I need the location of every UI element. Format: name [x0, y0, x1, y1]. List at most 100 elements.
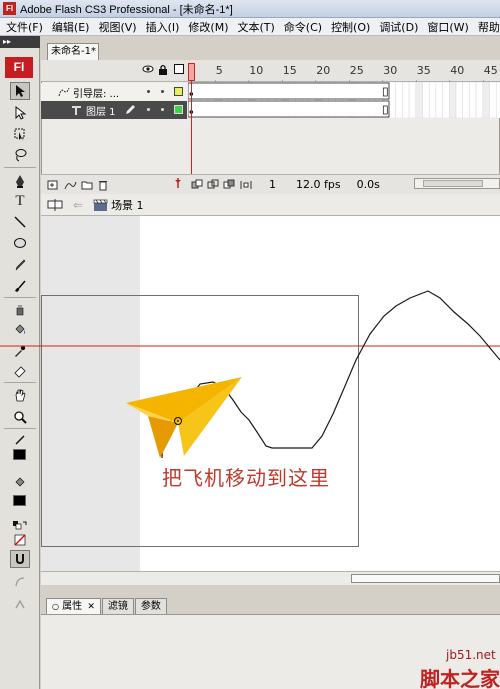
menu-modify[interactable]: 修改(M): [186, 19, 235, 35]
title-bar: Fl Adobe Flash CS3 Professional - [未命名-1…: [0, 0, 500, 18]
onion-skin-icon[interactable]: [191, 179, 203, 191]
menu-window[interactable]: 窗口(W): [425, 19, 475, 35]
line-tool-icon[interactable]: [10, 213, 30, 231]
menu-edit[interactable]: 编辑(E): [50, 19, 97, 35]
flash-app-icon: Fl: [3, 2, 16, 15]
text-tool-icon[interactable]: T: [10, 192, 30, 210]
smooth-icon[interactable]: [10, 573, 30, 591]
layer-visible-dot[interactable]: [147, 90, 150, 93]
menu-text[interactable]: 文本(T): [235, 19, 281, 35]
document-tab-strip: [41, 36, 500, 60]
stroke-color-swatch[interactable]: [13, 449, 26, 460]
back-arrow-icon[interactable]: ⇐: [73, 198, 83, 212]
timeline-scroll-thumb[interactable]: [423, 180, 483, 187]
paint-bucket-tool-icon[interactable]: [10, 321, 30, 339]
pencil-tool-icon[interactable]: [10, 256, 30, 274]
menu-debug[interactable]: 调试(D): [377, 19, 425, 35]
flash-logo: Fl: [5, 57, 33, 78]
scene-label: 场景 1: [111, 198, 144, 212]
selection-tool-icon[interactable]: [10, 82, 30, 100]
current-frame-readout: 1: [269, 178, 276, 191]
layer-1-row[interactable]: 图层 1: [41, 101, 187, 119]
edit-bar: ⇐ 场景 1: [41, 194, 500, 216]
stroke-color-icon[interactable]: [10, 431, 30, 449]
annotation-label: 把飞机移动到这里: [162, 466, 330, 490]
edit-multiple-frames-icon[interactable]: [223, 179, 235, 191]
window-title: Adobe Flash CS3 Professional - [未命名-1*]: [20, 3, 233, 16]
menu-file[interactable]: 文件(F): [4, 19, 50, 35]
menu-bar: 文件(F) 编辑(E) 视图(V) 插入(I) 修改(M) 文本(T) 命令(C…: [0, 18, 500, 36]
layer-outline-color[interactable]: [174, 105, 183, 114]
tab-properties[interactable]: ○ 属性 ✕: [46, 598, 101, 614]
delete-layer-icon[interactable]: [97, 179, 109, 191]
frame-number-label: 10: [249, 64, 264, 77]
timeline-frames[interactable]: [187, 81, 500, 119]
pen-tool-icon[interactable]: [10, 172, 30, 190]
eyedropper-tool-icon[interactable]: [10, 342, 30, 360]
insert-folder-icon[interactable]: [81, 179, 93, 191]
watermark-site: jb51.net: [446, 648, 496, 662]
watermark-text: 脚本之家: [420, 667, 500, 689]
menu-view[interactable]: 视图(V): [96, 19, 143, 35]
playhead[interactable]: [188, 63, 195, 81]
stage-scroll-thumb[interactable]: [351, 574, 500, 583]
layer-lock-dot[interactable]: [161, 108, 164, 111]
guide-layer-row[interactable]: 引导层: ...: [41, 83, 187, 101]
edit-pencil-icon: [125, 105, 135, 114]
tab-filters[interactable]: 滤镜: [101, 598, 134, 614]
hand-tool-icon[interactable]: [10, 386, 30, 404]
menu-control[interactable]: 控制(O): [329, 19, 377, 35]
ink-bottle-tool-icon[interactable]: [10, 301, 30, 319]
frame-number-label: 45: [483, 64, 498, 77]
straighten-icon[interactable]: [10, 595, 30, 613]
tools-divider: [4, 297, 36, 298]
no-color-icon[interactable]: [10, 531, 30, 549]
scene-clapper-icon: [93, 199, 108, 211]
layer-visible-dot[interactable]: [147, 108, 150, 111]
onion-skin-outlines-icon[interactable]: [207, 179, 219, 191]
show-hide-layers-icon[interactable]: [142, 64, 154, 77]
oval-tool-icon[interactable]: [10, 234, 30, 252]
close-tab-icon[interactable]: ✕: [87, 602, 95, 612]
frame-number-label: 35: [416, 64, 431, 77]
frame-span: [187, 82, 390, 100]
frame-number-label: 5: [215, 64, 223, 77]
frame-number-label: 15: [282, 64, 297, 77]
timeline-scrollbar[interactable]: [414, 178, 500, 189]
center-frame-icon[interactable]: [173, 177, 183, 192]
tools-divider: [4, 428, 36, 429]
free-transform-tool-icon[interactable]: [10, 125, 30, 143]
stage-horizontal-scrollbar[interactable]: [41, 571, 500, 585]
layer-outline-color[interactable]: [174, 87, 183, 96]
frame-number-label: 30: [383, 64, 398, 77]
end-frame-marker: [382, 87, 388, 97]
subselection-tool-icon[interactable]: [10, 104, 30, 122]
selection-rectangle: [41, 295, 359, 547]
menu-commands[interactable]: 命令(C): [282, 19, 329, 35]
fill-color-swatch[interactable]: [13, 495, 26, 506]
layer-icon: [72, 105, 81, 115]
layer-lock-dot[interactable]: [161, 90, 164, 93]
collapse-icon: ○: [52, 602, 59, 611]
properties-tab-bar: ○ 属性 ✕ 滤镜 参数: [41, 597, 500, 614]
lasso-tool-icon[interactable]: [10, 146, 30, 164]
timeline-toggle-icon[interactable]: [47, 198, 63, 212]
zoom-tool-icon[interactable]: [10, 408, 30, 426]
menu-insert[interactable]: 插入(I): [144, 19, 187, 35]
frame-number-label: 40: [450, 64, 465, 77]
menu-help[interactable]: 帮助(H): [476, 19, 500, 35]
snap-to-objects-icon[interactable]: [10, 550, 30, 568]
lock-layers-icon[interactable]: [158, 64, 168, 78]
document-tab[interactable]: 未命名-1*: [47, 43, 99, 60]
eraser-tool-icon[interactable]: [10, 362, 30, 380]
insert-layer-icon[interactable]: [47, 179, 59, 191]
frame-rate-readout[interactable]: 12.0 fps: [296, 178, 341, 191]
brush-tool-icon[interactable]: [10, 277, 30, 295]
tab-parameters[interactable]: 参数: [134, 598, 167, 614]
layer-1-name: 图层 1: [86, 106, 116, 118]
modify-onion-markers-icon[interactable]: [239, 179, 253, 191]
fill-color-icon[interactable]: [10, 474, 30, 492]
add-motion-guide-icon[interactable]: [63, 179, 77, 191]
outline-layers-icon[interactable]: [174, 64, 184, 74]
tools-panel-grip[interactable]: ▸▸: [0, 36, 40, 48]
